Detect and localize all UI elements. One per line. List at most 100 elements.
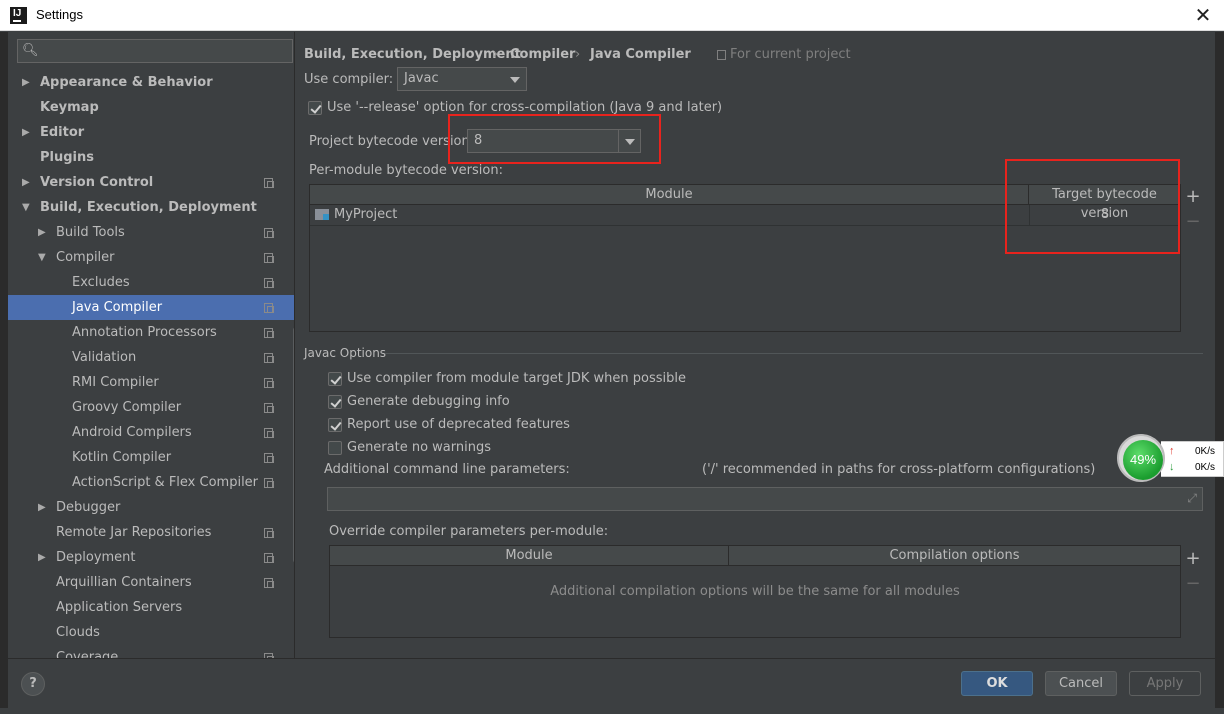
column-header-module[interactable]: Module	[330, 546, 729, 566]
project-scope-icon	[264, 478, 274, 488]
title-bar: IJ Settings ✕	[0, 0, 1224, 31]
upload-rate: 0K/s	[1194, 446, 1215, 457]
cancel-button[interactable]: Cancel	[1045, 671, 1117, 696]
additional-params-label: Additional command line parameters:	[324, 462, 570, 477]
chevron-down-icon[interactable]: ▼	[38, 245, 46, 270]
sidebar-item-android-compilers[interactable]: Android Compilers	[8, 420, 294, 445]
project-scope-icon	[264, 528, 274, 538]
sidebar-item-label: Validation	[72, 350, 137, 365]
project-scope-icon	[264, 353, 274, 363]
annotation-highlight	[1005, 159, 1180, 254]
project-scope-icon	[264, 178, 274, 188]
compiler-select-value: Javac	[404, 71, 439, 86]
search-input[interactable]: 🔍︎	[17, 39, 293, 63]
background-editor-right	[1215, 32, 1224, 714]
sidebar-item-version-control[interactable]: ▶ Version Control	[8, 170, 294, 195]
sidebar-item-coverage[interactable]: Coverage	[8, 645, 294, 658]
sidebar-item-label: Plugins	[40, 150, 94, 165]
project-scope-icon	[264, 228, 274, 238]
sidebar-item-build-tools[interactable]: ▶ Build Tools	[8, 220, 294, 245]
chevron-right-icon[interactable]: ▶	[22, 120, 30, 145]
search-icon: 🔍︎	[22, 43, 39, 58]
sidebar-item-appearance-behavior[interactable]: ▶ Appearance & Behavior	[8, 70, 294, 95]
project-scope-icon	[264, 553, 274, 563]
sidebar-item-editor[interactable]: ▶ Editor	[8, 120, 294, 145]
sidebar-item-kotlin-compiler[interactable]: Kotlin Compiler	[8, 445, 294, 470]
breadcrumb-compiler: Compiler	[510, 47, 576, 62]
sidebar-item-excludes[interactable]: Excludes	[8, 270, 294, 295]
gauge-ring: 49%	[1117, 434, 1165, 482]
remove-icon[interactable]: −	[1183, 212, 1203, 232]
chevron-right-icon[interactable]: ▶	[38, 495, 46, 520]
sidebar-item-keymap[interactable]: Keymap	[8, 95, 294, 120]
expand-icon[interactable]: ⤢	[1187, 491, 1197, 506]
sidebar-item-remote-jar-repositories[interactable]: Remote Jar Repositories	[8, 520, 294, 545]
sidebar-item-build-execution-deployment[interactable]: ▼ Build, Execution, Deployment	[8, 195, 294, 220]
sidebar-item-label: Build Tools	[56, 225, 125, 240]
project-scope-icon	[717, 50, 726, 60]
option-target-jdk-checkbox[interactable]	[328, 372, 342, 386]
chevron-right-icon[interactable]: ▶	[38, 220, 46, 245]
add-icon[interactable]: +	[1183, 187, 1203, 207]
sidebar-item-label: ActionScript & Flex Compiler	[72, 475, 259, 490]
sidebar-item-label: Compiler	[56, 250, 115, 265]
sidebar-item-validation[interactable]: Validation	[8, 345, 294, 370]
option-no-warnings-checkbox[interactable]	[328, 441, 342, 455]
sidebar-item-annotation-processors[interactable]: Annotation Processors	[8, 320, 294, 345]
option-deprecated-checkbox[interactable]	[328, 418, 342, 432]
section-divider	[385, 353, 1203, 354]
column-header-compilation-options[interactable]: Compilation options	[729, 546, 1181, 566]
sidebar-item-label: Deployment	[56, 550, 136, 565]
sidebar-item-groovy-compiler[interactable]: Groovy Compiler	[8, 395, 294, 420]
sidebar-item-java-compiler[interactable]: Java Compiler	[8, 295, 294, 320]
sidebar-item-plugins[interactable]: Plugins	[8, 145, 294, 170]
help-button[interactable]: ?	[21, 672, 45, 696]
option-target-jdk-label: Use compiler from module target JDK when…	[347, 371, 686, 386]
background-status-bar	[0, 708, 1224, 714]
apply-button[interactable]: Apply	[1129, 671, 1201, 696]
intellij-app-icon: IJ	[10, 7, 27, 24]
network-monitor-widget[interactable]: ↑ 0K/s ↓ 0K/s 49%	[1117, 434, 1224, 482]
close-icon[interactable]: ✕	[1190, 2, 1216, 28]
settings-sidebar: 🔍︎ ▶ Appearance & Behavior Keymap ▶ Editor Pl…	[8, 32, 294, 658]
sidebar-item-arquillian-containers[interactable]: Arquillian Containers	[8, 570, 294, 595]
additional-params-field[interactable]: ⤢	[327, 487, 1203, 511]
project-scope-icon	[264, 378, 274, 388]
ok-button[interactable]: OK	[961, 671, 1033, 696]
additional-params-hint: ('/' recommended in paths for cross-plat…	[702, 462, 1096, 477]
release-option-checkbox[interactable]	[308, 101, 322, 115]
download-arrow-icon: ↓	[1169, 461, 1175, 473]
sidebar-item-label: Application Servers	[56, 600, 183, 615]
project-scope-icon	[264, 253, 274, 263]
column-header-module[interactable]: Module	[310, 185, 1029, 205]
sidebar-item-actionscript-flex-compiler[interactable]: ActionScript & Flex Compiler	[8, 470, 294, 495]
chevron-right-icon[interactable]: ▶	[22, 170, 30, 195]
sidebar-item-label: Editor	[40, 125, 85, 140]
sidebar-item-label: RMI Compiler	[72, 375, 159, 390]
sidebar-item-application-servers[interactable]: Application Servers	[8, 595, 294, 620]
sidebar-item-deployment[interactable]: ▶ Deployment	[8, 545, 294, 570]
remove-icon[interactable]: −	[1183, 574, 1203, 594]
option-debug-info-checkbox[interactable]	[328, 395, 342, 409]
dialog-button-bar: ? OK Cancel Apply	[8, 658, 1215, 708]
use-compiler-label: Use compiler:	[304, 72, 394, 87]
usage-percent: 49%	[1123, 440, 1163, 480]
sidebar-item-debugger[interactable]: ▶ Debugger	[8, 495, 294, 520]
sidebar-item-rmi-compiler[interactable]: RMI Compiler	[8, 370, 294, 395]
sidebar-item-label: Groovy Compiler	[72, 400, 182, 415]
chevron-right-icon[interactable]: ▶	[38, 545, 46, 570]
sidebar-item-clouds[interactable]: Clouds	[8, 620, 294, 645]
settings-dialog: IJ Settings ✕ 🔍︎ ▶ Appearance & Behavior K…	[0, 0, 1224, 714]
sidebar-item-label: Appearance & Behavior	[40, 75, 213, 90]
window-title: Settings	[36, 7, 83, 22]
chevron-down-icon[interactable]: ▼	[22, 195, 30, 220]
release-option-label: Use '--release' option for cross-compila…	[327, 100, 723, 115]
option-deprecated-label: Report use of deprecated features	[347, 417, 570, 432]
chevron-down-icon	[504, 68, 526, 90]
sidebar-item-label: Kotlin Compiler	[72, 450, 172, 465]
add-icon[interactable]: +	[1183, 549, 1203, 569]
compiler-select[interactable]: Javac	[397, 67, 527, 91]
chevron-right-icon[interactable]: ▶	[22, 70, 30, 95]
sidebar-item-label: Debugger	[56, 500, 121, 515]
sidebar-item-compiler[interactable]: ▼ Compiler	[8, 245, 294, 270]
